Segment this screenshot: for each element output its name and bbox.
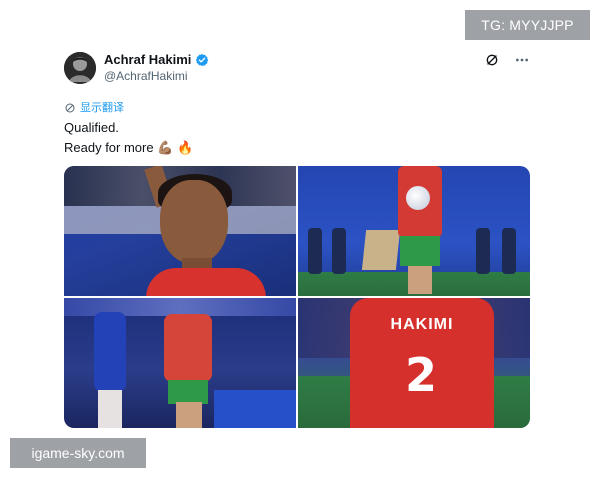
media-4-photo[interactable]: HAKIMI 2 [298,298,530,428]
show-translation-button[interactable]: 显示翻译 [64,99,124,115]
media-4-shirt-name: HAKIMI [390,316,454,333]
media-4-shirt-number: 2 [404,348,437,402]
avatar[interactable] [64,52,96,84]
media-2-person [308,228,322,274]
media-2-person [332,228,346,274]
tweet-card[interactable]: Achraf Hakimi @AchrafHakimi 显示翻译 Qualifi… [52,42,544,434]
flexed-bicep-emoji: 💪🏽 [157,140,174,155]
page: TG: MYYJJPP Achraf Hakimi @AchrafHakimi [0,0,600,480]
media-3-opponent-legs [98,390,122,428]
media-3-photo[interactable] [64,298,296,428]
show-translation-label[interactable]: 显示翻译 [80,99,124,115]
media-2-person [476,228,490,274]
media-3-opponent [94,312,126,392]
author-display-name[interactable]: Achraf Hakimi [104,52,191,67]
author-name-row[interactable]: Achraf Hakimi [104,52,209,67]
verified-badge-icon [195,53,209,67]
watermark-tg: TG: MYYJJPP [465,10,590,40]
media-3-player [164,314,212,382]
watermark-site: igame-sky.com [10,438,146,468]
media-grid: HAKIMI 2 [64,166,530,428]
media-3-shorts [168,380,208,404]
fire-emoji: 🔥 [177,140,194,155]
media-1-photo[interactable] [64,166,296,296]
media-3-adboard [214,390,296,428]
media-2-person [502,228,516,274]
media-1-shirt [146,268,266,296]
tweet-text-line-2-text: Ready for more [64,140,154,155]
more-options-icon[interactable] [514,52,530,68]
grok-icon[interactable] [484,52,500,68]
translate-icon [64,101,76,113]
media-2-sign [361,230,401,270]
author-handle[interactable]: @AchrafHakimi [104,69,188,83]
media-3-legs [176,402,202,428]
tweet-text: Qualified. Ready for more 💪🏽 🔥 [64,118,193,158]
media-1-head [160,180,228,264]
media-2-photo[interactable] [298,166,530,296]
media-2-shorts [400,236,440,266]
media-2-legs [408,266,432,294]
tweet-text-line-2: Ready for more 💪🏽 🔥 [64,138,193,158]
tweet-top-actions [484,52,530,68]
media-2-ball [406,186,430,210]
tweet-text-line-1: Qualified. [64,120,119,135]
